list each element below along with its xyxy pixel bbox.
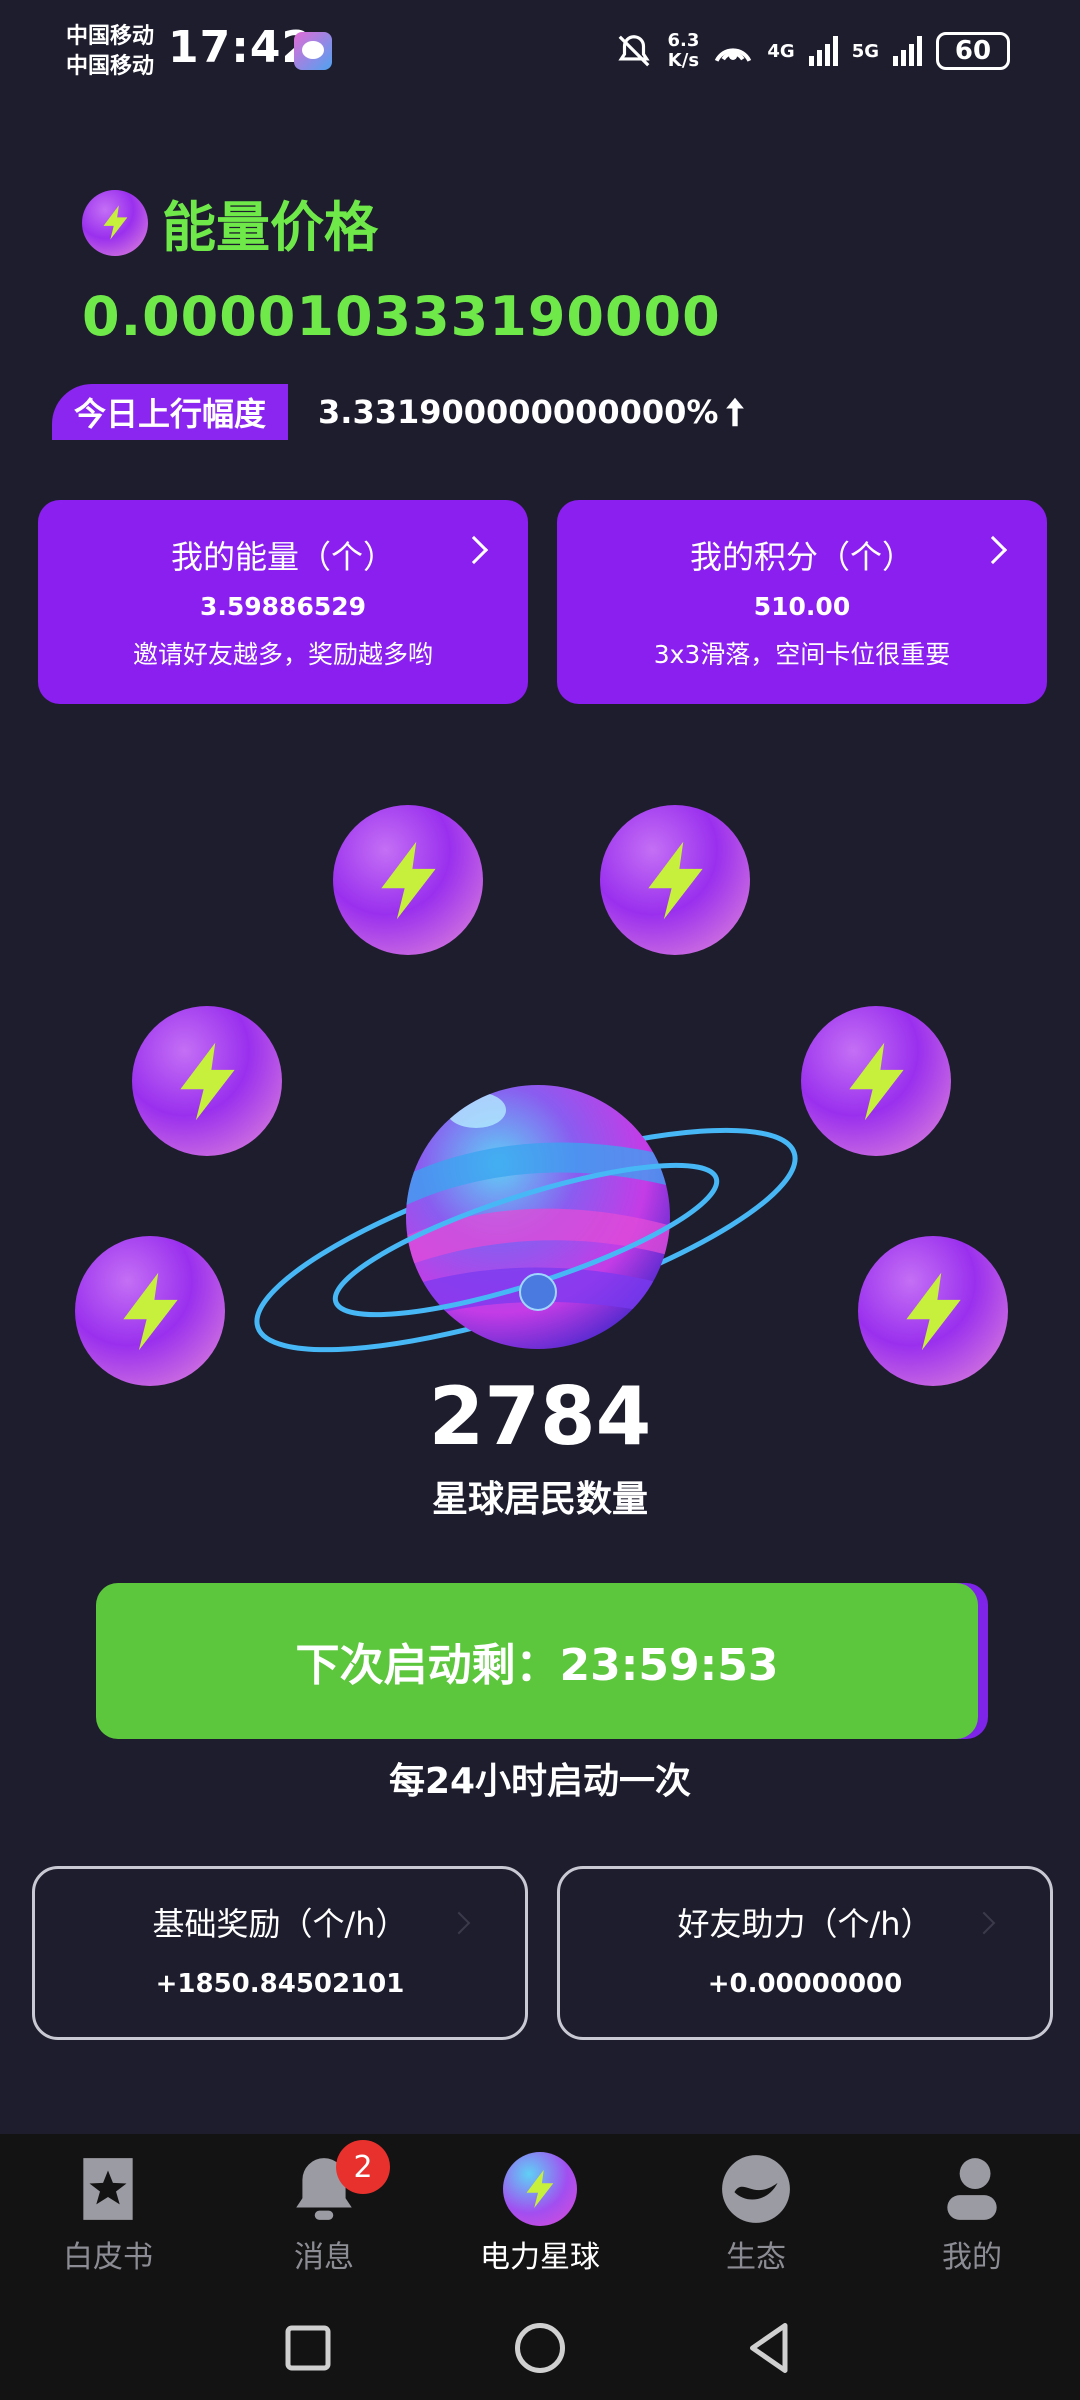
status-bar: 中国移动 中国移动 17:42 6.3 K/s 4G 5G 60 xyxy=(0,0,1080,100)
network-5g: 5G xyxy=(851,40,879,62)
carrier-names: 中国移动 中国移动 xyxy=(66,22,154,82)
hotspot-icon xyxy=(715,48,752,62)
nav-label-me: 我的 xyxy=(942,2240,1002,2275)
nav-label-ecology: 生态 xyxy=(726,2240,786,2275)
system-nav-bar xyxy=(0,2296,1080,2400)
my-points-title: 我的积分（个） xyxy=(689,538,914,576)
base-reward-card[interactable]: 基础奖励（个/h） +1850.84502101 xyxy=(32,1866,528,2040)
bottom-nav: 白皮书 2 消息 电力星球 生态 我的 xyxy=(0,2134,1080,2296)
resident-count: 2784 xyxy=(428,1370,652,1463)
arrow-up-icon xyxy=(726,397,745,427)
nav-item-messages[interactable]: 2 消息 xyxy=(216,2134,432,2296)
my-points-value: 510.00 xyxy=(753,592,851,621)
energy-coin-4[interactable] xyxy=(801,1006,951,1156)
daily-rise-label: 今日上行幅度 xyxy=(52,384,289,440)
net-speed: 6.3 K/s xyxy=(667,30,700,71)
nav-item-power-planet[interactable]: 电力星球 xyxy=(432,2134,648,2296)
message-count-badge: 2 xyxy=(336,2140,390,2194)
nav-label-whitepaper: 白皮书 xyxy=(63,2240,153,2275)
home-icon[interactable] xyxy=(510,2318,570,2378)
carrier-1: 中国移动 xyxy=(66,24,155,49)
status-icons: 6.3 K/s 4G 5G 60 xyxy=(615,28,1010,74)
price-header: 能量价格 xyxy=(82,183,378,262)
nav-item-me[interactable]: 我的 xyxy=(864,2134,1080,2296)
daily-rise-row: 今日上行幅度 3.331900000000000% xyxy=(52,384,746,440)
nav-label-power-planet: 电力星球 xyxy=(480,2240,600,2275)
friend-boost-value: +0.00000000 xyxy=(707,1969,903,1999)
star-book-icon xyxy=(83,2158,133,2220)
planet-graphic xyxy=(246,1070,806,1370)
my-energy-title: 我的能量（个） xyxy=(170,538,395,576)
mute-bell-icon xyxy=(618,35,651,67)
back-icon[interactable] xyxy=(740,2318,800,2378)
status-time: 17:42 xyxy=(168,22,314,73)
bolt-icon xyxy=(179,1042,235,1120)
resident-label: 星球居民数量 xyxy=(431,1479,648,1520)
bolt-icon xyxy=(905,1272,961,1350)
my-energy-value: 3.59886529 xyxy=(199,592,367,621)
price-value: 0.000010333190000 xyxy=(82,285,721,348)
ecology-icon xyxy=(722,2155,790,2223)
network-4g: 4G xyxy=(767,40,795,62)
nav-item-whitepaper[interactable]: 白皮书 xyxy=(0,2134,216,2296)
signal-bars-1-icon xyxy=(808,36,838,66)
energy-coin-1[interactable] xyxy=(333,805,483,955)
my-points-card[interactable]: 我的积分（个） 510.00 3x3滑落，空间卡位很重要 xyxy=(557,500,1047,704)
base-reward-value: +1850.84502101 xyxy=(155,1969,405,1999)
person-icon xyxy=(947,2158,997,2220)
recent-apps-icon[interactable] xyxy=(278,2318,338,2378)
nav-label-messages: 消息 xyxy=(294,2240,354,2275)
battery-icon: 60 xyxy=(936,32,1010,70)
planet-bolt-icon xyxy=(503,2152,577,2226)
friend-boost-card[interactable]: 好友助力（个/h） +0.00000000 xyxy=(557,1866,1053,2040)
nav-item-ecology[interactable]: 生态 xyxy=(648,2134,864,2296)
bolt-icon xyxy=(647,841,703,919)
my-energy-card[interactable]: 我的能量（个） 3.59886529 邀请好友越多，奖励越多哟 xyxy=(38,500,528,704)
my-points-desc: 3x3滑落，空间卡位很重要 xyxy=(653,640,951,669)
signal-bars-2-icon xyxy=(893,36,922,66)
app-notification-icon xyxy=(294,32,332,70)
daily-rise-value: 3.331900000000000% xyxy=(318,393,719,431)
energy-coin-6[interactable] xyxy=(858,1236,1008,1386)
energy-coin-2[interactable] xyxy=(600,805,750,955)
carrier-2: 中国移动 xyxy=(66,54,155,79)
launch-note: 每24小时启动一次 xyxy=(388,1761,692,1802)
bolt-icon xyxy=(122,1272,178,1350)
energy-coin-5[interactable] xyxy=(75,1236,225,1386)
price-title: 能量价格 xyxy=(162,196,378,259)
bolt-icon xyxy=(380,841,436,919)
launch-countdown-button[interactable]: 下次启动剩：23:59:53 xyxy=(96,1583,978,1739)
bolt-icon xyxy=(848,1042,904,1120)
my-energy-desc: 邀请好友越多，奖励越多哟 xyxy=(132,640,433,669)
bolt-icon xyxy=(82,189,148,256)
